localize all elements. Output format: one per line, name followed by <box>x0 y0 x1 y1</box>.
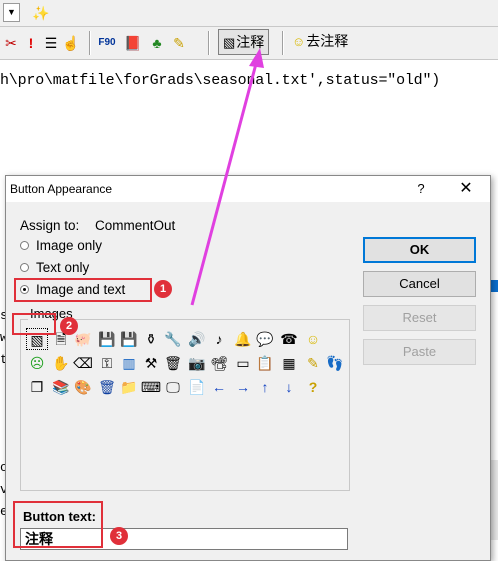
footprints-icon[interactable]: 👣 <box>324 352 346 374</box>
top-bar: ▼ ✨ <box>0 0 498 27</box>
exclamation-icon[interactable]: ! <box>20 32 42 54</box>
selection-marker <box>490 280 498 292</box>
radio-text-only[interactable]: Text only <box>20 259 89 277</box>
frown-icon[interactable]: ☹ <box>26 352 48 374</box>
projector-icon[interactable]: 📽 <box>208 352 230 374</box>
radio-label: Text only <box>36 260 90 275</box>
radio-circle-icon <box>20 262 29 272</box>
annotation-box-3 <box>13 501 103 548</box>
annotation-box-2 <box>12 313 56 335</box>
eraser-icon[interactable]: ⌫ <box>72 352 94 374</box>
toolbar-separator <box>89 31 91 55</box>
radio-image-only[interactable]: Image only <box>20 237 102 255</box>
button-appearance-dialog: Button Appearance ? ✕ Assign to: Comment… <box>5 175 491 561</box>
rectangle-icon[interactable]: ▭ <box>232 352 254 374</box>
bell-icon[interactable]: 🔔 <box>232 328 254 350</box>
dialog-title: Button Appearance <box>10 182 113 196</box>
floppy-icon[interactable]: 💾 <box>118 328 140 350</box>
dialog-title-bar[interactable]: Button Appearance ? ✕ <box>6 176 490 202</box>
book-icon[interactable]: 📕 <box>122 32 144 54</box>
books-icon[interactable]: 📚 <box>50 376 72 398</box>
camera-icon[interactable]: 📷 <box>186 352 208 374</box>
speech-bubble-icon[interactable]: 💬 <box>254 328 276 350</box>
annotation-box-1 <box>14 278 152 302</box>
comment-out-label: 注释 <box>236 34 265 50</box>
annotation-badge-3: 3 <box>110 527 128 545</box>
trash-icon[interactable]: 🗑 <box>162 352 184 374</box>
assign-to-value: CommentOut <box>95 218 176 233</box>
comment-out-button[interactable]: ▧注释 <box>218 29 270 55</box>
comment-icon: ▧ <box>223 35 236 50</box>
combo-dropdown-arrow[interactable]: ▼ <box>3 3 20 22</box>
tools-icon[interactable]: 🔧 <box>162 328 184 350</box>
smiley-icon[interactable]: ☺ <box>302 328 324 350</box>
cut-icon[interactable]: ✂ <box>0 32 22 54</box>
toolbar-separator <box>282 31 284 55</box>
arrow-left-icon[interactable]: ← <box>208 376 230 398</box>
speaker-icon[interactable]: 🔊 <box>186 328 208 350</box>
folder-icon[interactable]: 📁 <box>118 376 140 398</box>
tree-icon[interactable]: ♣ <box>146 32 168 54</box>
annotation-badge-2: 2 <box>60 317 78 335</box>
bucket-icon[interactable]: 🗑 <box>96 376 118 398</box>
monitor-icon[interactable]: 🖵 <box>162 376 184 398</box>
save-icon[interactable]: 💾 <box>96 328 118 350</box>
uncomment-button[interactable]: ☺去注释 <box>288 29 352 55</box>
calculator-icon[interactable]: ▦ <box>278 352 300 374</box>
uncomment-label: 去注释 <box>306 33 349 49</box>
run-icon[interactable]: ✨ <box>30 3 52 23</box>
hand-icon[interactable]: ✋ <box>50 352 72 374</box>
paste-button[interactable]: Paste <box>363 339 476 365</box>
ok-button[interactable]: OK <box>363 237 476 263</box>
pencil-icon[interactable]: ✎ <box>168 32 190 54</box>
pencil-icon[interactable]: ✎ <box>302 352 324 374</box>
list-icon[interactable]: ☰ <box>40 32 62 54</box>
arrow-right-icon[interactable]: → <box>232 376 254 398</box>
pointer-icon[interactable]: ☝ <box>60 32 82 54</box>
f90-icon[interactable]: F90 <box>96 32 118 54</box>
keyboard-icon[interactable]: ⌨ <box>140 376 162 398</box>
question-icon[interactable]: ? <box>302 376 324 398</box>
assign-to-label: Assign to: <box>20 218 80 233</box>
text-document-icon[interactable]: 📄 <box>186 376 208 398</box>
arrow-up-icon[interactable]: ↑ <box>254 376 276 398</box>
radio-label: Image only <box>36 238 103 253</box>
paint-icon[interactable]: 🎨 <box>72 376 94 398</box>
radio-circle-icon <box>20 240 29 250</box>
reset-button[interactable]: Reset <box>363 305 476 331</box>
screwdriver-icon[interactable]: ⚒ <box>140 352 162 374</box>
columns-icon[interactable]: ▥ <box>118 352 140 374</box>
music-note-icon[interactable]: ♪ <box>208 328 230 350</box>
smiley-icon: ☺ <box>292 34 306 49</box>
telephone-icon[interactable]: ☎ <box>278 328 300 350</box>
clipboard-icon[interactable]: 📋 <box>254 352 276 374</box>
annotation-badge-1: 1 <box>154 280 172 298</box>
key-icon[interactable]: ⚿ <box>96 352 118 374</box>
toolbar-separator <box>208 31 210 55</box>
help-button[interactable]: ? <box>414 179 428 199</box>
arrow-down-icon[interactable]: ↓ <box>278 376 300 398</box>
code-line: h\pro\matfile\forGrads\seasonal.txt',sta… <box>0 72 441 89</box>
toolbar: ✂ ! ☰ ☝ F90 📕 ♣ ✎ ▧注释 ☺去注释 <box>0 27 498 60</box>
close-button[interactable]: ✕ <box>456 179 476 199</box>
bottle-icon[interactable]: ⚱ <box>140 328 162 350</box>
copy-icon[interactable]: ❐ <box>26 376 48 398</box>
cancel-button[interactable]: Cancel <box>363 271 476 297</box>
